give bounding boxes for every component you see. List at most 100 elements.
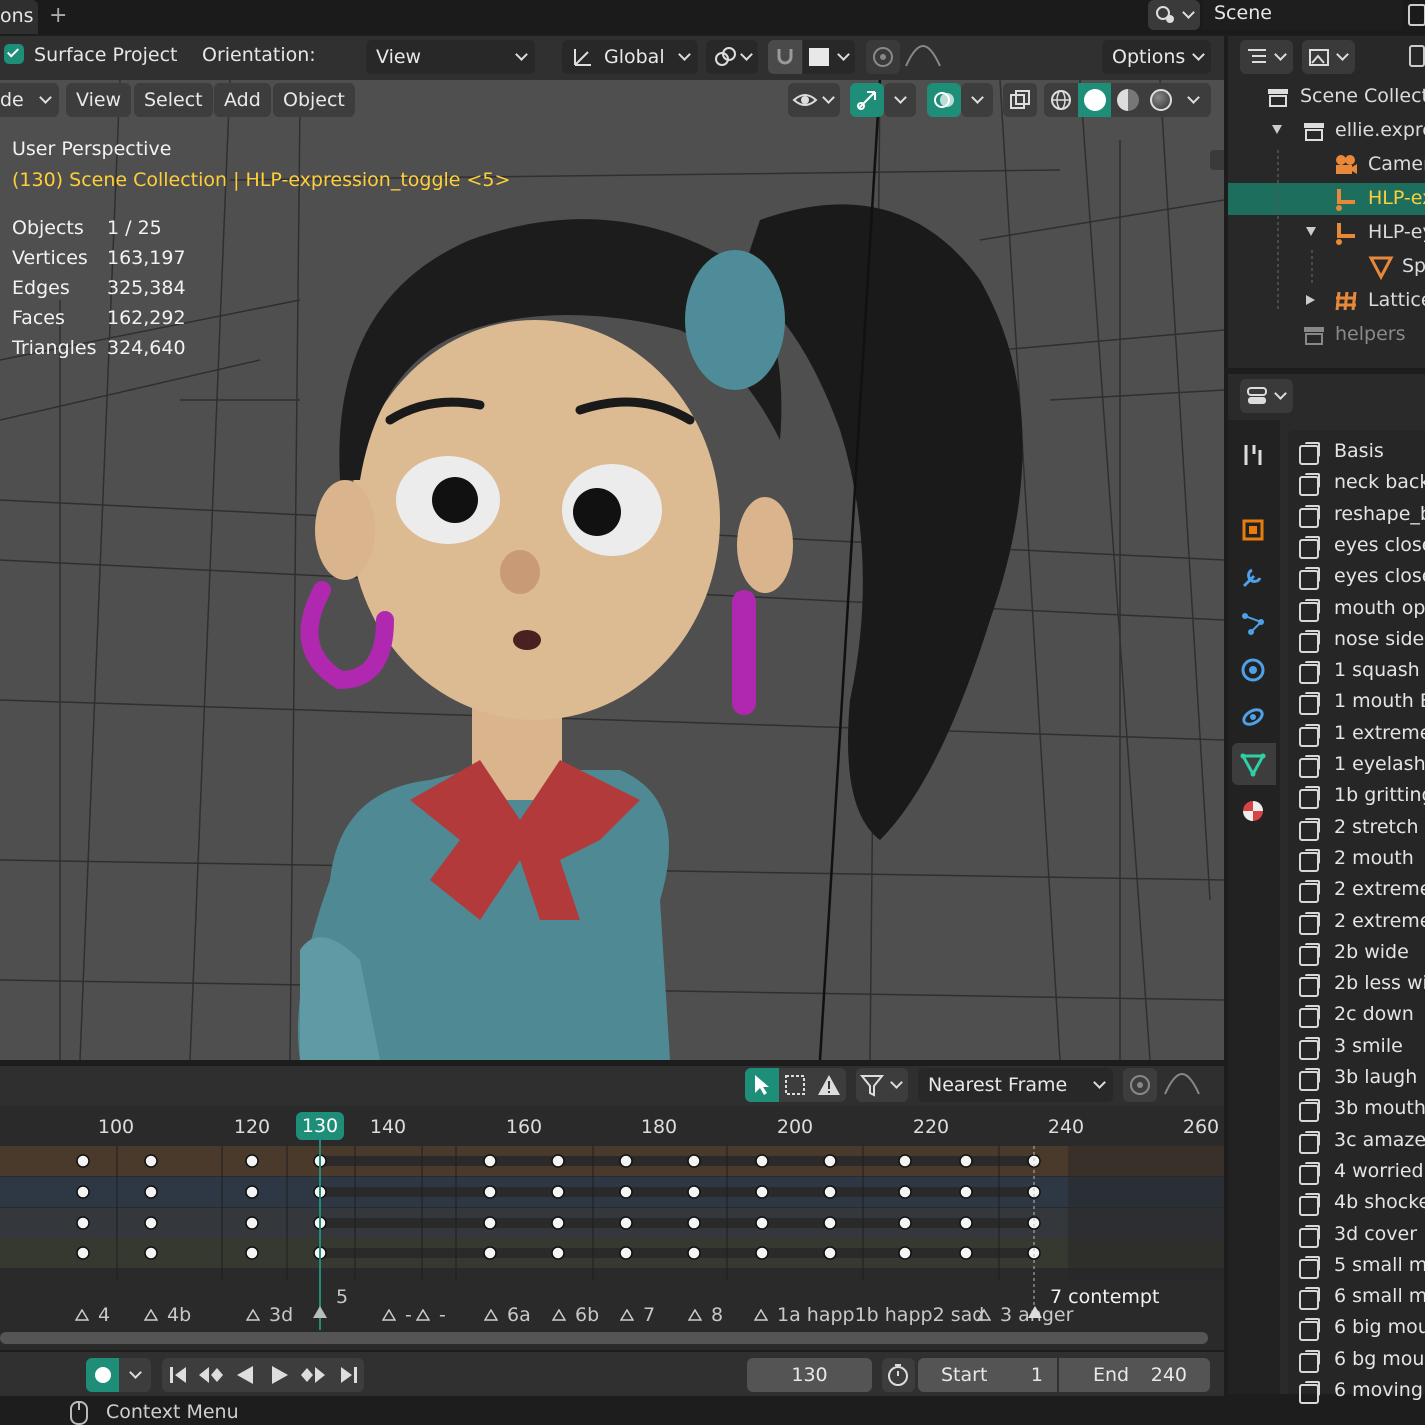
show-errors-toggle[interactable] bbox=[812, 1068, 846, 1102]
current-frame-field[interactable]: 130 bbox=[747, 1358, 872, 1392]
particles-tab-icon[interactable] bbox=[1240, 611, 1266, 637]
keyframe[interactable] bbox=[687, 1246, 701, 1260]
keyframe[interactable] bbox=[144, 1185, 158, 1199]
keyframe[interactable] bbox=[898, 1185, 912, 1199]
shape-key-item[interactable]: 6 moving bbox=[1334, 1379, 1423, 1401]
keyframe[interactable] bbox=[551, 1246, 565, 1260]
scene-name-field[interactable]: Scene bbox=[1203, 0, 1403, 30]
overlays-toggle[interactable] bbox=[927, 83, 961, 117]
display-mode-dropdown[interactable] bbox=[1240, 40, 1293, 74]
filter-outliner-dropdown[interactable] bbox=[1302, 40, 1355, 74]
shape-key-item[interactable]: 3b laugh bbox=[1334, 1066, 1417, 1088]
keyframe[interactable] bbox=[144, 1216, 158, 1230]
shape-key-item[interactable]: 3c amazec bbox=[1334, 1129, 1425, 1151]
keyframe[interactable] bbox=[483, 1185, 497, 1199]
proportional-edit-toggle[interactable] bbox=[866, 40, 900, 74]
keyframe[interactable] bbox=[823, 1216, 837, 1230]
object-tab-icon[interactable] bbox=[1240, 517, 1266, 543]
keyframe[interactable] bbox=[245, 1216, 259, 1230]
visibility-dropdown[interactable] bbox=[788, 83, 840, 117]
shape-key-item[interactable]: 1b gritting bbox=[1334, 784, 1425, 806]
menu-select[interactable]: Select bbox=[134, 83, 213, 117]
menu-object[interactable]: Object bbox=[273, 83, 355, 117]
outliner-item-label[interactable]: Camer bbox=[1368, 153, 1425, 175]
snap-target-dropdown[interactable] bbox=[803, 40, 855, 74]
keyframe[interactable] bbox=[755, 1246, 769, 1260]
marker-triangle-icon[interactable] bbox=[976, 1306, 992, 1321]
falloff-curve-icon[interactable] bbox=[903, 44, 943, 70]
marker-triangle-icon[interactable] bbox=[381, 1306, 397, 1321]
scene-selector-icon[interactable] bbox=[1148, 0, 1200, 30]
play-reverse-icon[interactable] bbox=[233, 1363, 257, 1387]
keyframe[interactable] bbox=[823, 1185, 837, 1199]
marker-triangle-icon[interactable] bbox=[245, 1306, 261, 1321]
shape-key-item[interactable]: 1 eyelashe bbox=[1334, 753, 1425, 775]
keyframe[interactable] bbox=[144, 1246, 158, 1260]
shading-dropdown[interactable] bbox=[1177, 83, 1211, 117]
timeline-proportional-toggle[interactable] bbox=[1123, 1068, 1157, 1102]
menu-view[interactable]: View bbox=[66, 83, 132, 117]
pivot-point-dropdown[interactable] bbox=[706, 40, 758, 74]
keyframe[interactable] bbox=[483, 1216, 497, 1230]
outliner-item-label[interactable]: HLP-ey bbox=[1368, 221, 1425, 243]
shading-wireframe[interactable] bbox=[1044, 83, 1078, 117]
marker-triangle-icon[interactable] bbox=[1028, 1306, 1042, 1318]
keyframe[interactable] bbox=[755, 1185, 769, 1199]
shape-key-item[interactable]: Basis bbox=[1334, 440, 1384, 462]
marker-triangle-icon[interactable] bbox=[753, 1306, 769, 1321]
outliner-new-icon[interactable] bbox=[1406, 44, 1425, 68]
shape-key-item[interactable]: 3 smile bbox=[1334, 1035, 1403, 1057]
marker-triangle-icon[interactable] bbox=[619, 1306, 635, 1321]
outliner-item-label[interactable]: Lattice bbox=[1368, 289, 1425, 311]
shape-key-item[interactable]: nose sidev bbox=[1334, 628, 1425, 650]
physics-tab-icon[interactable] bbox=[1240, 657, 1266, 683]
box-select-toggle[interactable] bbox=[779, 1068, 812, 1102]
marker-triangle-icon[interactable] bbox=[313, 1306, 327, 1318]
current-frame-indicator[interactable]: 130 bbox=[296, 1112, 344, 1140]
shape-key-item[interactable]: 1 mouth B bbox=[1334, 690, 1425, 712]
shape-key-item[interactable]: 6 bg mout bbox=[1334, 1348, 1425, 1370]
jump-keyframe-forward-icon[interactable] bbox=[299, 1363, 327, 1387]
keyframe[interactable] bbox=[823, 1154, 837, 1168]
shape-key-item[interactable]: 3d cover bbox=[1334, 1223, 1417, 1245]
keyframe[interactable] bbox=[755, 1154, 769, 1168]
shape-key-item[interactable]: 2c down bbox=[1334, 1003, 1414, 1025]
marker-triangle-icon[interactable] bbox=[551, 1306, 567, 1321]
constraints-tab-icon[interactable] bbox=[1240, 704, 1266, 730]
shape-key-item[interactable]: 6 small mo bbox=[1334, 1285, 1425, 1307]
outliner-item-label[interactable]: helpers bbox=[1335, 323, 1405, 345]
keyframe[interactable] bbox=[959, 1246, 973, 1260]
shape-key-item[interactable]: 2 stretch bbox=[1334, 816, 1419, 838]
marker-triangle-icon[interactable] bbox=[483, 1306, 499, 1321]
keyframe[interactable] bbox=[245, 1154, 259, 1168]
marker-triangle-icon[interactable] bbox=[687, 1306, 703, 1321]
surface-project-toggle[interactable]: Surface Project bbox=[4, 44, 177, 66]
new-scene-icon[interactable] bbox=[1406, 2, 1425, 28]
keyframe[interactable] bbox=[755, 1216, 769, 1230]
expand-arrow-right-icon[interactable] bbox=[1306, 295, 1315, 305]
gizmo-dropdown[interactable] bbox=[884, 83, 916, 117]
orientation-dropdown[interactable]: View bbox=[366, 40, 535, 74]
3d-viewport[interactable] bbox=[0, 80, 1224, 1060]
keyframe[interactable] bbox=[144, 1154, 158, 1168]
keying-dropdown[interactable] bbox=[119, 1358, 151, 1392]
shape-key-item[interactable]: 2 mouth bbox=[1334, 847, 1414, 869]
snap-toggle[interactable] bbox=[768, 40, 802, 74]
marker-triangle-icon[interactable] bbox=[415, 1306, 431, 1321]
shape-key-item[interactable]: 2b wide bbox=[1334, 941, 1409, 963]
expand-arrow-down-icon[interactable] bbox=[1272, 125, 1282, 134]
keyframe[interactable] bbox=[551, 1154, 565, 1168]
menu-add[interactable]: Add bbox=[214, 83, 271, 117]
keyframe[interactable] bbox=[483, 1154, 497, 1168]
keyframe[interactable] bbox=[959, 1154, 973, 1168]
overlays-dropdown[interactable] bbox=[961, 83, 993, 117]
keyframe[interactable] bbox=[551, 1216, 565, 1230]
snap-mode-dropdown[interactable]: Nearest Frame bbox=[918, 1068, 1113, 1102]
jump-start-icon[interactable] bbox=[166, 1363, 190, 1387]
preview-range-toggle[interactable] bbox=[882, 1358, 915, 1392]
add-workspace-button[interactable]: + bbox=[49, 0, 67, 32]
keyframe[interactable] bbox=[551, 1185, 565, 1199]
keyframe[interactable] bbox=[619, 1246, 633, 1260]
shape-key-item[interactable]: neck back bbox=[1334, 471, 1425, 493]
auto-keying-toggle[interactable] bbox=[86, 1358, 119, 1392]
